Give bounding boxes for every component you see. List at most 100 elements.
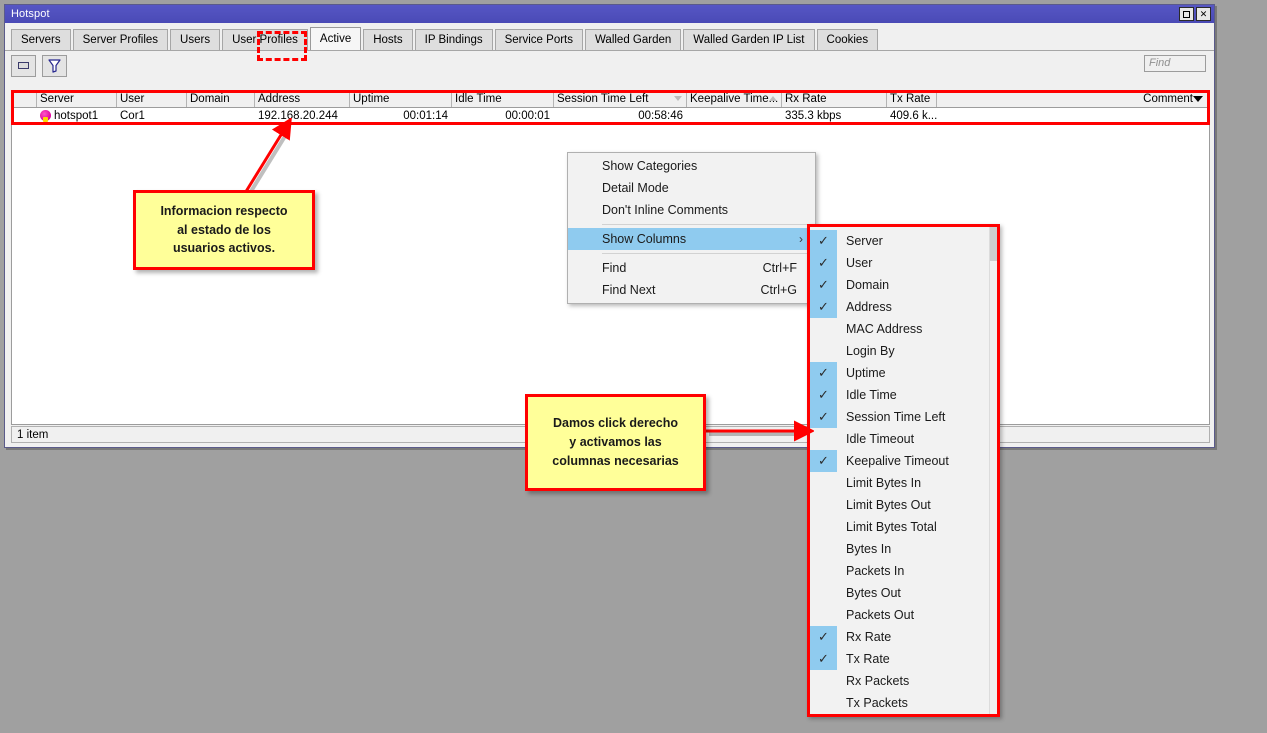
maximize-icon [1183, 10, 1190, 18]
filter-button[interactable] [42, 54, 67, 77]
tab-servers[interactable]: Servers [11, 29, 71, 50]
tab-label: Active [319, 33, 352, 45]
toolbar: Find [5, 50, 1214, 80]
column-toggle-bytes-in[interactable]: Bytes In [810, 538, 989, 560]
callout-line: usuarios activos. [172, 241, 276, 256]
column-toggle-server[interactable]: ✓ Server [810, 230, 989, 252]
column-toggle-address[interactable]: ✓ Address [810, 296, 989, 318]
submenu-scrollbar-thumb[interactable] [990, 227, 997, 261]
cell-server: hotspot1 [37, 108, 117, 123]
column-header-label: User [120, 93, 145, 105]
checkbox-empty-icon [810, 516, 837, 538]
hotspot-user-icon [40, 110, 51, 122]
column-toggle-tx-rate[interactable]: ✓ Tx Rate [810, 648, 989, 670]
column-toggle-limit-bytes-in[interactable]: Limit Bytes In [810, 472, 989, 494]
column-toggle-keepalive-timeout[interactable]: ✓ Keepalive Timeout [810, 450, 989, 472]
column-toggle-packets-in[interactable]: Packets In [810, 560, 989, 582]
cell-comment [937, 108, 1209, 123]
column-header-domain[interactable]: Domain [187, 91, 255, 107]
column-toggle-user[interactable]: ✓ User [810, 252, 989, 274]
column-toggle-label: MAC Address [846, 322, 923, 336]
cell-uptime: 00:01:14 [350, 108, 452, 123]
tab-walled-garden-ip-list[interactable]: Walled Garden IP List [683, 29, 815, 50]
cell-text: 192.168.20.244 [258, 109, 338, 122]
column-header-user[interactable]: User [117, 91, 187, 107]
tab-label: Server Profiles [82, 34, 159, 46]
column-header-label: Address [258, 93, 301, 105]
column-toggle-login-by[interactable]: Login By [810, 340, 989, 362]
checkmark-icon: ✓ [810, 274, 837, 296]
column-toggle-limit-bytes-total[interactable]: Limit Bytes Total [810, 516, 989, 538]
menu-item-label: Show Categories [602, 159, 698, 173]
column-toggle-uptime[interactable]: ✓ Uptime [810, 362, 989, 384]
menu-item-label: Detail Mode [602, 181, 669, 195]
maximize-button[interactable] [1179, 7, 1194, 21]
column-header-selector[interactable] [12, 91, 37, 107]
column-header-address[interactable]: Address [255, 91, 350, 107]
column-header-server[interactable]: Server [37, 91, 117, 107]
menu-separator [602, 253, 809, 254]
column-header-keepalive-time-[interactable]: Keepalive Time... [687, 91, 782, 107]
column-toggle-limit-bytes-out[interactable]: Limit Bytes Out [810, 494, 989, 516]
column-toggle-mac-address[interactable]: MAC Address [810, 318, 989, 340]
menu-item-show-categories[interactable]: Show Categories [568, 155, 815, 177]
column-toggle-label: Rx Rate [846, 630, 892, 644]
tab-active[interactable]: Active [309, 27, 362, 50]
menu-item-show-columns[interactable]: Show Columns › [568, 228, 815, 250]
callout-line: Damos click derecho [552, 416, 679, 431]
show-columns-submenu: ✓ Server ✓ User ✓ Domain ✓ Address MAC Address Lo… [807, 224, 1000, 717]
column-toggle-packets-out[interactable]: Packets Out [810, 604, 989, 626]
column-header-rx-rate[interactable]: Rx Rate [782, 91, 887, 107]
column-toggle-bytes-out[interactable]: Bytes Out [810, 582, 989, 604]
submenu-scrollbar[interactable] [989, 227, 997, 714]
column-toggle-tx-packets[interactable]: Tx Packets [810, 692, 989, 714]
tab-user-profiles[interactable]: User Profiles [222, 29, 308, 50]
window-titlebar[interactable]: Hotspot ✕ [5, 5, 1214, 23]
menu-item-label: Find Next [602, 283, 656, 297]
tab-server-profiles[interactable]: Server Profiles [72, 29, 169, 50]
tab-cookies[interactable]: Cookies [816, 29, 879, 50]
column-toggle-label: Uptime [846, 366, 886, 380]
column-toggle-session-time-left[interactable]: ✓ Session Time Left [810, 406, 989, 428]
menu-item-find-next[interactable]: Find Next Ctrl+G [568, 279, 815, 301]
context-menu: Show Categories Detail Mode Don't Inline C… [567, 152, 816, 304]
checkmark-icon: ✓ [810, 296, 837, 318]
menu-item-find[interactable]: Find Ctrl+F [568, 257, 815, 279]
checkmark-icon: ✓ [810, 362, 837, 384]
column-header-comment[interactable]: Comment [937, 91, 1209, 107]
tab-walled-garden[interactable]: Walled Garden [585, 29, 682, 50]
column-header-label: Tx Rate [890, 93, 931, 105]
column-toggle-domain[interactable]: ✓ Domain [810, 274, 989, 296]
column-toggle-label: Idle Time [846, 388, 897, 402]
menu-item-label: Don't Inline Comments [602, 203, 729, 217]
tab-ip-bindings[interactable]: IP Bindings [414, 29, 493, 50]
tab-bar: Servers Server Profiles Users User Profiles… [5, 23, 1214, 50]
checkbox-empty-icon [810, 538, 837, 560]
callout-line: y activamos las [569, 435, 662, 450]
column-header-session-time-left[interactable]: Session Time Left [554, 91, 687, 107]
column-toggle-rx-rate[interactable]: ✓ Rx Rate [810, 626, 989, 648]
tab-service-ports[interactable]: Service Ports [494, 29, 583, 50]
column-toggle-rx-packets[interactable]: Rx Packets [810, 670, 989, 692]
cell-row-marker [12, 108, 37, 123]
column-header-label: Comment [1143, 93, 1193, 105]
menu-item-don-t-inline-comments[interactable]: Don't Inline Comments [568, 199, 815, 221]
chevron-down-icon[interactable] [1193, 96, 1203, 102]
checkbox-empty-icon [810, 340, 837, 362]
column-toggle-idle-timeout[interactable]: Idle Timeout [810, 428, 989, 450]
cell-session-time-left: 00:58:46 [554, 108, 687, 123]
column-header-idle-time[interactable]: Idle Time [452, 91, 554, 107]
column-toggle-label: Server [846, 234, 883, 248]
column-toggle-idle-time[interactable]: ✓ Idle Time [810, 384, 989, 406]
column-header-tx-rate[interactable]: Tx Rate [887, 91, 937, 107]
close-button[interactable]: ✕ [1196, 7, 1211, 21]
menu-item-detail-mode[interactable]: Detail Mode [568, 177, 815, 199]
cell-text: 335.3 kbps [785, 109, 842, 122]
table-row[interactable]: hotspot1 Cor1 192.168.20.244 00:01:14 00:00:… [12, 108, 1209, 124]
tab-users[interactable]: Users [170, 29, 221, 50]
column-header-uptime[interactable]: Uptime [350, 91, 452, 107]
cell-rx-rate: 335.3 kbps [782, 108, 887, 123]
remove-button[interactable] [11, 54, 36, 77]
search-input[interactable]: Find [1144, 55, 1206, 72]
tab-hosts[interactable]: Hosts [363, 29, 413, 50]
